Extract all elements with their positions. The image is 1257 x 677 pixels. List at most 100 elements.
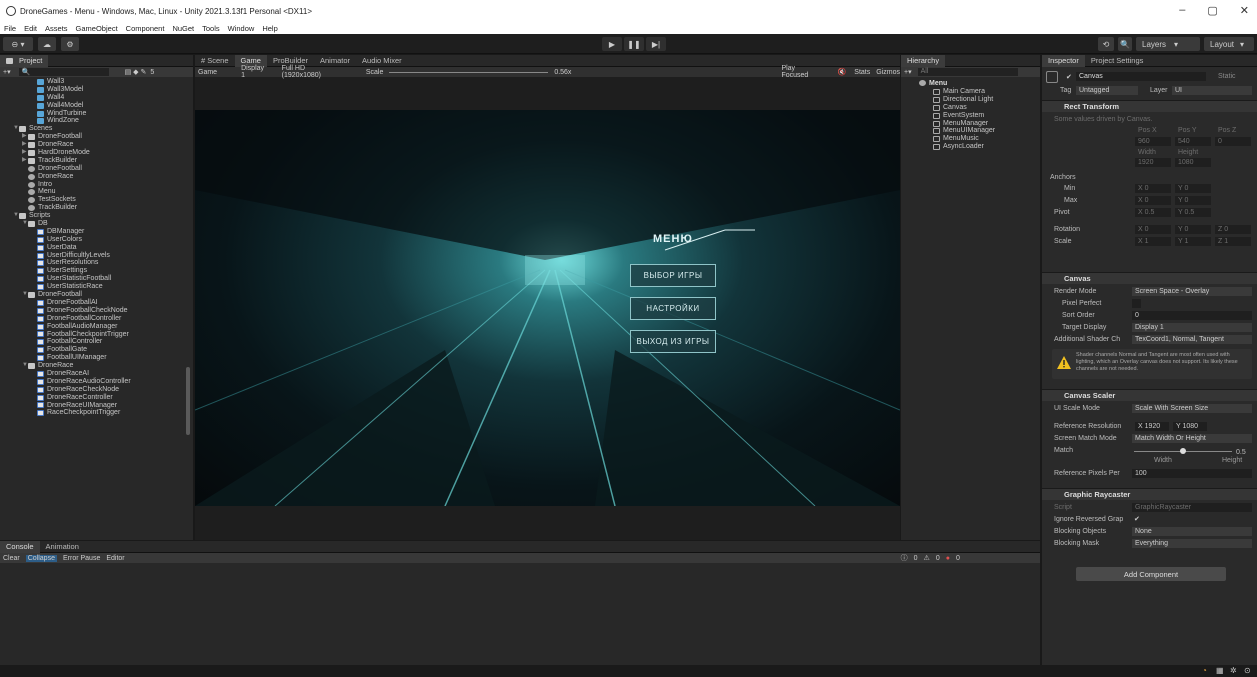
project-tree-row[interactable]: WindTurbine	[4, 110, 184, 118]
project-tree-row[interactable]: UserData	[4, 244, 184, 252]
menu-file[interactable]: File	[4, 24, 16, 33]
step-button[interactable]: ▶|	[646, 37, 666, 51]
warning-count-icon[interactable]: ⚠	[924, 554, 930, 562]
play-button[interactable]: ▶	[602, 37, 622, 51]
project-tree-row[interactable]: Wall4Model	[4, 102, 184, 110]
pixel-perfect-checkbox[interactable]	[1132, 299, 1141, 308]
pause-button[interactable]: ❚❚	[624, 37, 644, 51]
hierarchy-item[interactable]: Canvas	[933, 104, 1038, 112]
debug-icon[interactable]: ✲	[1230, 666, 1237, 675]
project-tree-row[interactable]: FootballCheckpointTrigger	[4, 331, 184, 339]
tab-console[interactable]: Console	[0, 540, 40, 553]
project-tree-row[interactable]: DroneRaceAudioController	[4, 378, 184, 386]
project-tree-row[interactable]: Wall3	[4, 78, 184, 86]
stats-toggle[interactable]: Stats	[854, 69, 870, 76]
gizmos-toggle[interactable]: Gizmos	[876, 69, 900, 76]
project-tree-row[interactable]: UserSettings	[4, 267, 184, 275]
collapse-toggle[interactable]: Collapse	[25, 554, 57, 562]
ui-scale-mode-dropdown[interactable]: Scale With Screen Size	[1132, 404, 1252, 413]
match-slider-thumb[interactable]	[1180, 448, 1186, 454]
project-tree-row[interactable]: DroneFootball	[4, 165, 184, 173]
project-tree-row[interactable]: TrackBuilder	[4, 204, 184, 212]
project-tree-row[interactable]: DroneRaceAI	[4, 370, 184, 378]
sort-order-field[interactable]: 0	[1132, 311, 1252, 320]
close-button[interactable]: ✕	[1240, 4, 1249, 17]
project-tree-row[interactable]: WindZone	[4, 117, 184, 125]
shader-channels-dropdown[interactable]: TexCoord1, Normal, Tangent	[1132, 335, 1252, 344]
hierarchy-item[interactable]: AsyncLoader	[933, 143, 1038, 151]
add-component-button[interactable]: Add Component	[1076, 567, 1226, 581]
project-tree-row[interactable]: DroneFootballAI	[4, 299, 184, 307]
search-icon[interactable]: 🔍	[1118, 37, 1132, 51]
project-scrollbar[interactable]	[186, 367, 190, 435]
history-icon[interactable]: ⟲	[1098, 37, 1114, 51]
progress-icon[interactable]: ◔	[1202, 666, 1207, 675]
project-tree-row[interactable]: RaceCheckpointTrigger	[4, 409, 184, 417]
package-icon[interactable]: ▦	[1216, 666, 1224, 675]
project-tree-row[interactable]: ▼ Scenes	[4, 125, 184, 133]
tab-audio-mixer[interactable]: Audio Mixer	[356, 55, 408, 67]
hierarchy-search-input[interactable]: All	[917, 68, 1018, 76]
tab-inspector[interactable]: Inspector	[1042, 54, 1085, 67]
hierarchy-item[interactable]: Directional Light	[933, 96, 1038, 104]
menu-help[interactable]: Help	[262, 24, 277, 33]
hierarchy-item[interactable]: MenuUIManager	[933, 127, 1038, 135]
project-tree-row[interactable]: ▶ DroneFootball	[4, 133, 184, 141]
ignore-reversed-checkbox[interactable]: ✔	[1134, 515, 1140, 523]
project-tree-row[interactable]: UserResolutions	[4, 259, 184, 267]
project-tree-row[interactable]: DroneFootballCheckNode	[4, 307, 184, 315]
project-tree-row[interactable]: DroneRaceController	[4, 394, 184, 402]
project-tree-row[interactable]: UserColors	[4, 236, 184, 244]
blocking-mask-dropdown[interactable]: Everything	[1132, 539, 1252, 548]
settings-button[interactable]: НАСТРОЙКИ	[630, 297, 716, 320]
menu-component[interactable]: Component	[126, 24, 165, 33]
project-tree-row[interactable]: Wall3Model	[4, 86, 184, 94]
gear-icon[interactable]: ⚙	[61, 37, 79, 51]
reference-ppu-field[interactable]: 100	[1132, 469, 1252, 478]
project-tree-row[interactable]: ▼ Scripts	[4, 212, 184, 220]
layers-dropdown[interactable]: Layers ▾	[1136, 37, 1200, 51]
info-icon[interactable]: ⓘ	[901, 553, 908, 563]
project-tree-row[interactable]: FootballGate	[4, 346, 184, 354]
add-asset-button[interactable]: +▾	[3, 68, 11, 76]
project-tree-row[interactable]: ▶ TrackBuilder	[4, 157, 184, 165]
menu-edit[interactable]: Edit	[24, 24, 37, 33]
tab-project[interactable]: Project	[0, 54, 49, 67]
rect-transform-header[interactable]: Rect Transform	[1042, 100, 1257, 112]
maximize-button[interactable]: ▢	[1207, 4, 1217, 17]
project-tree-row[interactable]: DroneFootballController	[4, 315, 184, 323]
menu-window[interactable]: Window	[228, 24, 255, 33]
blocking-objects-dropdown[interactable]: None	[1132, 527, 1252, 536]
screen-match-mode-dropdown[interactable]: Match Width Or Height	[1132, 434, 1252, 443]
project-tree-row[interactable]: UserStatisticFootball	[4, 275, 184, 283]
exit-game-button[interactable]: ВЫХОД ИЗ ИГРЫ	[630, 330, 716, 353]
tab-hierarchy[interactable]: Hierarchy	[901, 54, 946, 67]
game-dropdown[interactable]: Game	[198, 69, 217, 76]
project-tree-row[interactable]: DroneRaceCheckNode	[4, 386, 184, 394]
menu-nuget[interactable]: NuGet	[172, 24, 194, 33]
error-pause-toggle[interactable]: Error Pause	[63, 555, 100, 562]
project-tree-row[interactable]: ▼ DroneFootball	[4, 291, 184, 299]
editor-dropdown[interactable]: Editor	[106, 555, 124, 562]
project-tree-row[interactable]: FootballController	[4, 338, 184, 346]
tag-dropdown[interactable]: Untagged	[1076, 86, 1138, 95]
menu-gameobject[interactable]: GameObject	[76, 24, 118, 33]
clear-button[interactable]: Clear	[3, 555, 20, 562]
hierarchy-scene-row[interactable]: Menu	[919, 79, 947, 87]
object-name-field[interactable]: Canvas	[1076, 72, 1206, 81]
tab-project-settings[interactable]: Project Settings	[1085, 55, 1150, 67]
render-mode-dropdown[interactable]: Screen Space - Overlay	[1132, 287, 1252, 296]
project-tree-row[interactable]: Intro	[4, 181, 184, 189]
layer-dropdown[interactable]: UI	[1172, 86, 1252, 95]
project-tree-row[interactable]: UserStatisticRace	[4, 283, 184, 291]
project-tree-row[interactable]: Menu	[4, 188, 184, 196]
project-tree-row[interactable]: ▼ DroneRace	[4, 362, 184, 370]
menu-assets[interactable]: Assets	[45, 24, 68, 33]
canvas-scaler-header[interactable]: Canvas Scaler	[1042, 389, 1257, 401]
project-tree-row[interactable]: DBManager	[4, 228, 184, 236]
account-button[interactable]: ⊖ ▾	[3, 37, 33, 51]
reference-resolution-x[interactable]: X 1920	[1135, 422, 1169, 431]
target-display-dropdown[interactable]: Display 1	[1132, 323, 1252, 332]
anchors-foldout[interactable]: Anchors	[1050, 173, 1076, 182]
select-game-button[interactable]: ВЫБОР ИГРЫ	[630, 264, 716, 287]
